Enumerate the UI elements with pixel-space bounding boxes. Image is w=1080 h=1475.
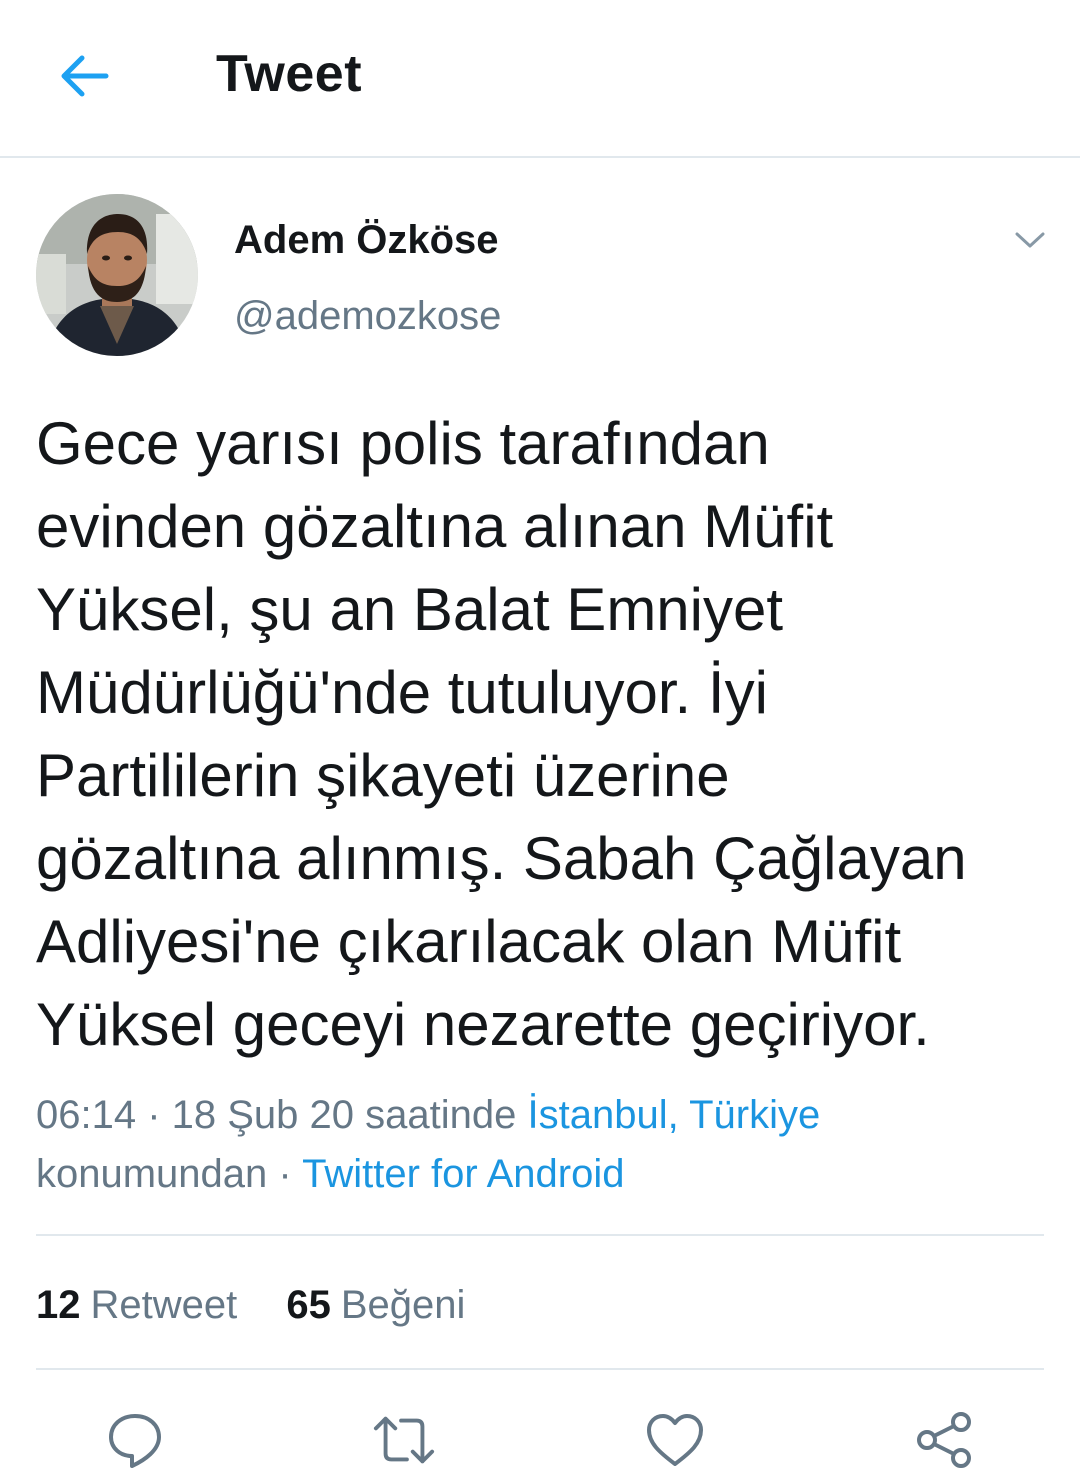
tweet-menu-button[interactable] (1004, 220, 1056, 260)
location-suffix: konumundan · (36, 1152, 303, 1196)
tweet-line: Gece yarısı polis tarafından (36, 410, 770, 477)
engagement-stats: 12 Retweet 65 Beğeni (36, 1278, 465, 1332)
retweet-button[interactable] (372, 1408, 436, 1472)
reply-icon (109, 1414, 161, 1468)
like-count: 65 (286, 1283, 331, 1327)
tweet-line: Yüksel geceyi nezarette geçiriyor. (36, 991, 930, 1058)
tweet-line: evinden gözaltına alınan Müfit (36, 493, 834, 560)
divider (36, 1234, 1044, 1236)
arrow-left-icon (61, 55, 109, 97)
share-button[interactable] (913, 1408, 977, 1472)
retweet-stat[interactable]: 12 Retweet (36, 1278, 237, 1332)
profile-photo (36, 194, 198, 356)
tweet-line: Müdürlüğü'nde tutuluyor. İyi (36, 659, 768, 726)
like-label: Beğeni (340, 1283, 466, 1327)
tweet-line: Yüksel, şu an Balat Emniyet (36, 576, 784, 643)
back-button[interactable] (52, 48, 116, 104)
retweet-icon (373, 1416, 435, 1464)
avatar[interactable] (36, 194, 198, 356)
tweet-meta: 06:14 · 18 Şub 20 saatinde İstanbul, Tür… (36, 1086, 1046, 1204)
top-app-bar: Tweet (0, 0, 1080, 158)
share-icon (917, 1412, 971, 1468)
like-button[interactable] (643, 1408, 707, 1472)
meta-line-1: 06:14 · 18 Şub 20 saatinde İstanbul, Tür… (36, 1086, 1046, 1145)
divider (36, 1368, 1044, 1370)
meta-line-2: konumundan · Twitter for Android (36, 1145, 1046, 1204)
retweet-count: 12 (36, 1283, 81, 1327)
author-name[interactable]: Adem Özköse (234, 218, 499, 263)
heart-icon (647, 1414, 703, 1466)
tweet-timestamp: 06:14 · 18 Şub 20 saatinde (36, 1093, 528, 1137)
source-link[interactable]: Twitter for Android (302, 1152, 624, 1196)
tweet-text: Gece yarısı polis tarafından evinden göz… (36, 402, 1056, 1066)
page-title: Tweet (216, 45, 363, 103)
tweet-line: Partililerin şikayeti üzerine (36, 742, 730, 809)
tweet-line: gözaltına alınmış. Sabah Çağlayan (36, 825, 967, 892)
author-handle[interactable]: @ademozkose (234, 294, 501, 339)
reply-button[interactable] (103, 1408, 167, 1472)
chevron-down-icon (1015, 232, 1045, 248)
like-stat[interactable]: 65 Beğeni (286, 1278, 465, 1332)
location-link[interactable]: İstanbul, Türkiye (527, 1093, 820, 1137)
retweet-label: Retweet (90, 1283, 238, 1327)
tweet-line: Adliyesi'ne çıkarılacak olan Müfit (36, 908, 902, 975)
